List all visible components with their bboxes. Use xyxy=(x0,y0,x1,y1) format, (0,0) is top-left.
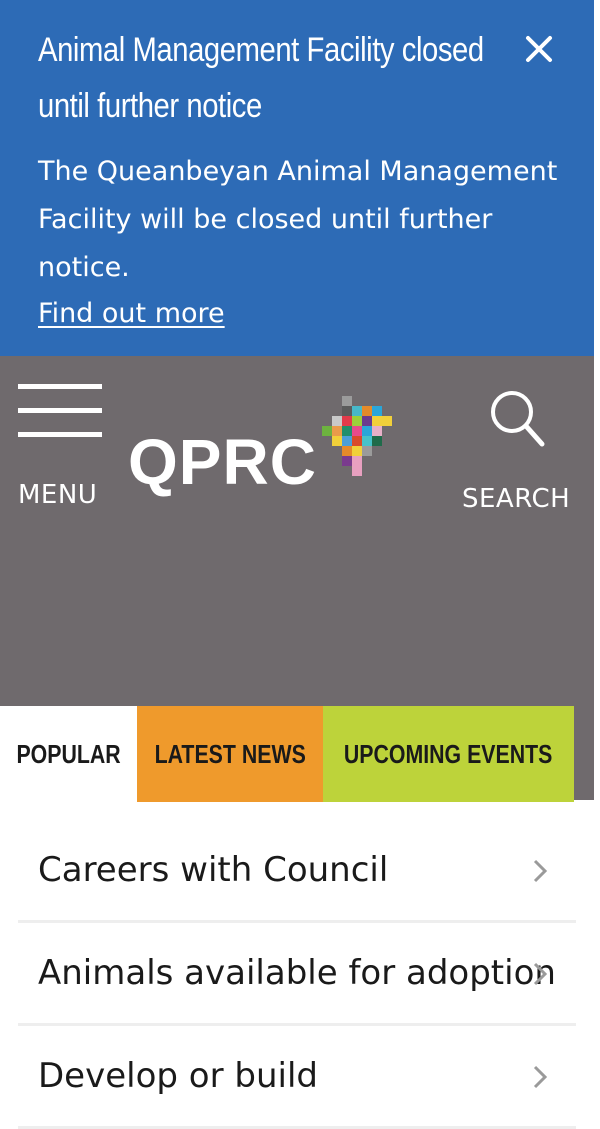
tab-popular[interactable]: POPULAR xyxy=(0,706,137,802)
chevron-right-icon xyxy=(533,1065,548,1089)
menu-label: MENU xyxy=(18,480,98,510)
hamburger-bar xyxy=(18,432,102,437)
find-out-more-link[interactable]: Find out more xyxy=(38,292,225,336)
tab-upcoming-events[interactable]: UPCOMING EVENTS xyxy=(323,706,574,802)
list-item[interactable]: Animals available for adoption xyxy=(18,923,576,1026)
tab-latest-news-label: LATEST NEWS xyxy=(154,738,306,769)
alert-title-line2: until further notice xyxy=(38,87,262,125)
menu-button[interactable]: MENU xyxy=(18,384,108,510)
list-item-label: Careers with Council xyxy=(38,850,389,890)
list-item[interactable]: Careers with Council xyxy=(18,820,576,923)
chevron-right-icon xyxy=(533,859,548,883)
list-item-label: Animals available for adoption xyxy=(38,953,556,993)
logo-text: QPRC xyxy=(128,426,317,498)
content-tabs: POPULAR LATEST NEWS UPCOMING EVENTS xyxy=(0,706,574,802)
hamburger-menu-icon xyxy=(18,384,102,389)
search-icon xyxy=(491,391,545,447)
alert-body: The Queanbeyan Animal Management Facilit… xyxy=(38,156,558,283)
close-icon[interactable] xyxy=(522,32,556,66)
search-button[interactable]: SEARCH xyxy=(462,388,572,514)
tab-upcoming-events-label: UPCOMING EVENTS xyxy=(344,738,553,769)
tab-popular-label: POPULAR xyxy=(16,738,121,769)
logo-mosaic-icon xyxy=(322,396,392,476)
search-label: SEARCH xyxy=(462,484,571,514)
alert-title: Animal Management Facility closed until … xyxy=(38,22,485,134)
alert-banner: Animal Management Facility closed until … xyxy=(0,0,594,356)
popular-links-list: Careers with Council Animals available f… xyxy=(18,820,576,1129)
chevron-right-icon xyxy=(533,962,548,986)
alert-title-line1: Animal Management Facility closed xyxy=(38,31,484,69)
list-item-label: Develop or build xyxy=(38,1056,318,1096)
list-item[interactable]: Develop or build xyxy=(18,1026,576,1129)
tab-latest-news[interactable]: LATEST NEWS xyxy=(137,706,323,802)
hamburger-bar xyxy=(18,408,102,413)
qprc-logo[interactable]: QPRC xyxy=(128,396,418,504)
